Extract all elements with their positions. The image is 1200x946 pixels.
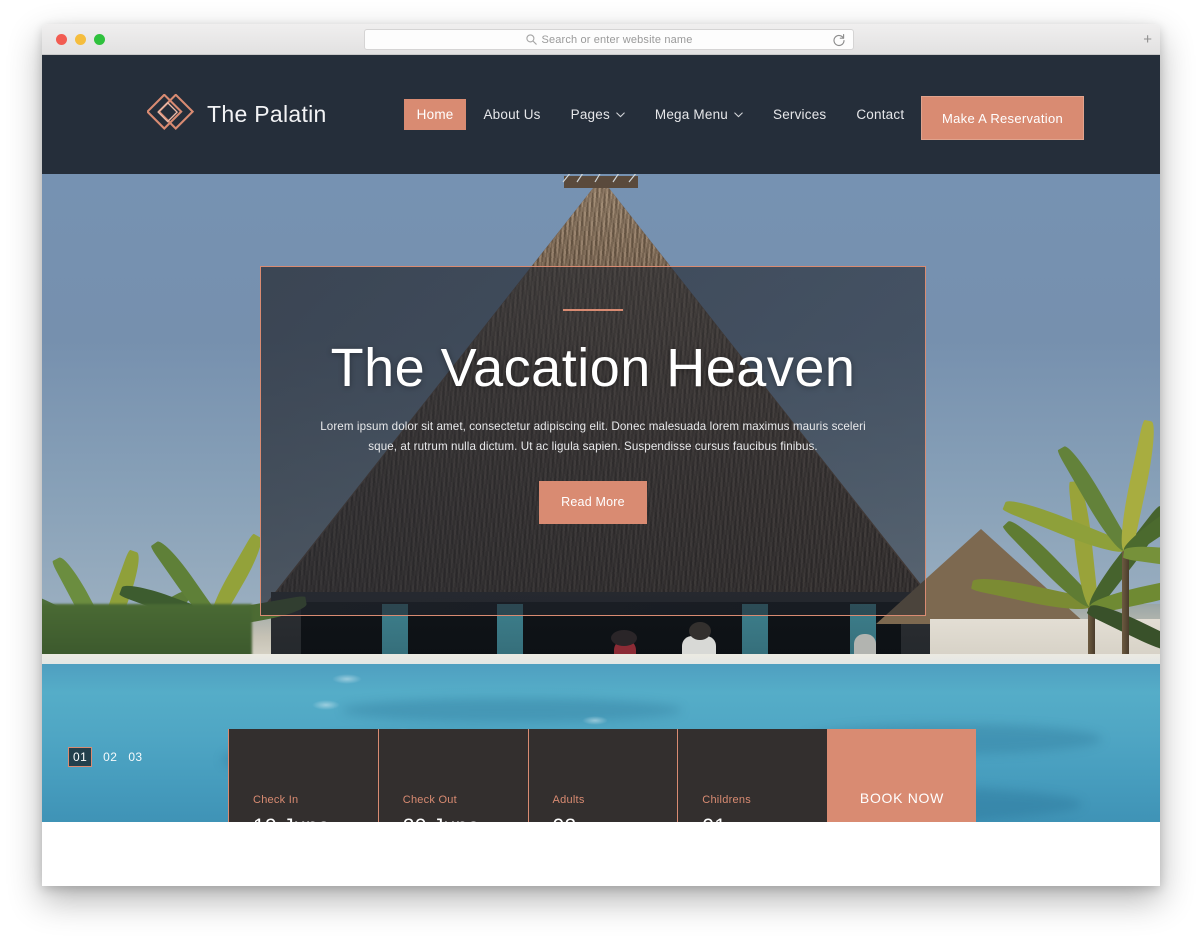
- page-root: Search or enter website name + The Palat…: [0, 0, 1200, 946]
- water-sparkle: [312, 700, 340, 710]
- nav-label: Pages: [570, 107, 610, 122]
- slide-indicator-03[interactable]: 03: [128, 750, 142, 764]
- below-hero-section: [42, 822, 1160, 886]
- browser-chrome-bar: Search or enter website name +: [42, 24, 1160, 55]
- booking-label: Check Out: [402, 794, 457, 806]
- booking-value-row: 01: [702, 815, 803, 822]
- booking-value: 19 June: [253, 815, 330, 822]
- hero-section: The Vacation Heaven Lorem ipsum dolor si…: [42, 174, 1160, 822]
- booking-label: Check In: [253, 794, 299, 806]
- roof-sticks-icon: [562, 174, 637, 183]
- nav-item-about-us[interactable]: About Us: [470, 99, 553, 130]
- book-now-button[interactable]: BOOK NOW: [828, 729, 976, 822]
- nav-label: Services: [772, 107, 827, 122]
- title-rule: [563, 309, 623, 311]
- chevron-down-icon: [616, 111, 625, 117]
- booking-label: Adults: [552, 794, 585, 806]
- chevron-down-icon: [734, 111, 743, 117]
- nav-item-contact[interactable]: Contact: [843, 99, 917, 130]
- person-head: [611, 630, 637, 646]
- nav-item-mega-menu[interactable]: Mega Menu: [642, 99, 756, 130]
- brand-name: The Palatin: [207, 101, 327, 127]
- booking-value-row: 02: [553, 815, 654, 822]
- brand-logo[interactable]: The Palatin: [147, 93, 327, 136]
- nav-label: Contact: [856, 107, 905, 122]
- booking-field-childrens[interactable]: Childrens 01: [678, 729, 828, 822]
- booking-label: Childrens: [702, 794, 751, 806]
- main-navigation: Home About Us Pages Mega Menu Services C…: [403, 99, 918, 130]
- reload-icon[interactable]: [832, 33, 846, 47]
- nav-item-pages[interactable]: Pages: [558, 99, 638, 130]
- minimize-window-button[interactable]: [75, 33, 86, 45]
- slide-indicator-01[interactable]: 01: [68, 747, 93, 767]
- nav-label: Mega Menu: [654, 107, 728, 122]
- nav-item-home[interactable]: Home: [403, 99, 467, 130]
- read-more-button[interactable]: Read More: [539, 480, 647, 524]
- search-icon: [525, 34, 537, 45]
- browser-window: Search or enter website name + The Palat…: [42, 24, 1160, 886]
- booking-value: 20 June: [403, 815, 480, 822]
- water-wave: [342, 698, 682, 722]
- window-traffic-lights: [56, 33, 105, 45]
- maximize-window-button[interactable]: [94, 33, 105, 45]
- nav-label: Home: [416, 107, 454, 122]
- address-bar-content: Search or enter website name: [525, 33, 693, 46]
- water-sparkle: [332, 674, 362, 684]
- nav-label: About Us: [483, 107, 541, 122]
- nav-item-services[interactable]: Services: [760, 99, 839, 130]
- water-sparkle: [582, 716, 608, 725]
- hero-content-card: The Vacation Heaven Lorem ipsum dolor si…: [260, 266, 926, 616]
- slide-indicator-02[interactable]: 02: [103, 750, 117, 764]
- booking-value: 01: [702, 815, 726, 822]
- address-bar[interactable]: Search or enter website name: [364, 29, 854, 50]
- booking-field-adults[interactable]: Adults 02: [528, 729, 679, 822]
- new-tab-button[interactable]: +: [1143, 32, 1152, 47]
- booking-value: 02: [553, 815, 577, 822]
- booking-field-check-in[interactable]: Check In 19 June: [228, 729, 379, 822]
- slider-pagination: 01 02 03: [68, 747, 142, 767]
- booking-value-row: 20 June: [403, 815, 504, 822]
- site-header: The Palatin Home About Us Pages Mega Men…: [42, 55, 1160, 174]
- person-head: [689, 622, 711, 640]
- double-diamond-logo-icon: [147, 93, 194, 130]
- hero-title: The Vacation Heaven: [330, 338, 856, 398]
- booking-field-check-out[interactable]: Check Out 20 June: [378, 729, 529, 822]
- booking-bar: Check In 19 June Check Out 20 June: [228, 729, 976, 822]
- make-reservation-button[interactable]: Make A Reservation: [921, 96, 1084, 140]
- close-window-button[interactable]: [56, 33, 67, 45]
- address-bar-placeholder: Search or enter website name: [541, 33, 693, 46]
- hero-subtitle: Lorem ipsum dolor sit amet, consectetur …: [320, 420, 866, 453]
- booking-value-row: 19 June: [253, 815, 354, 822]
